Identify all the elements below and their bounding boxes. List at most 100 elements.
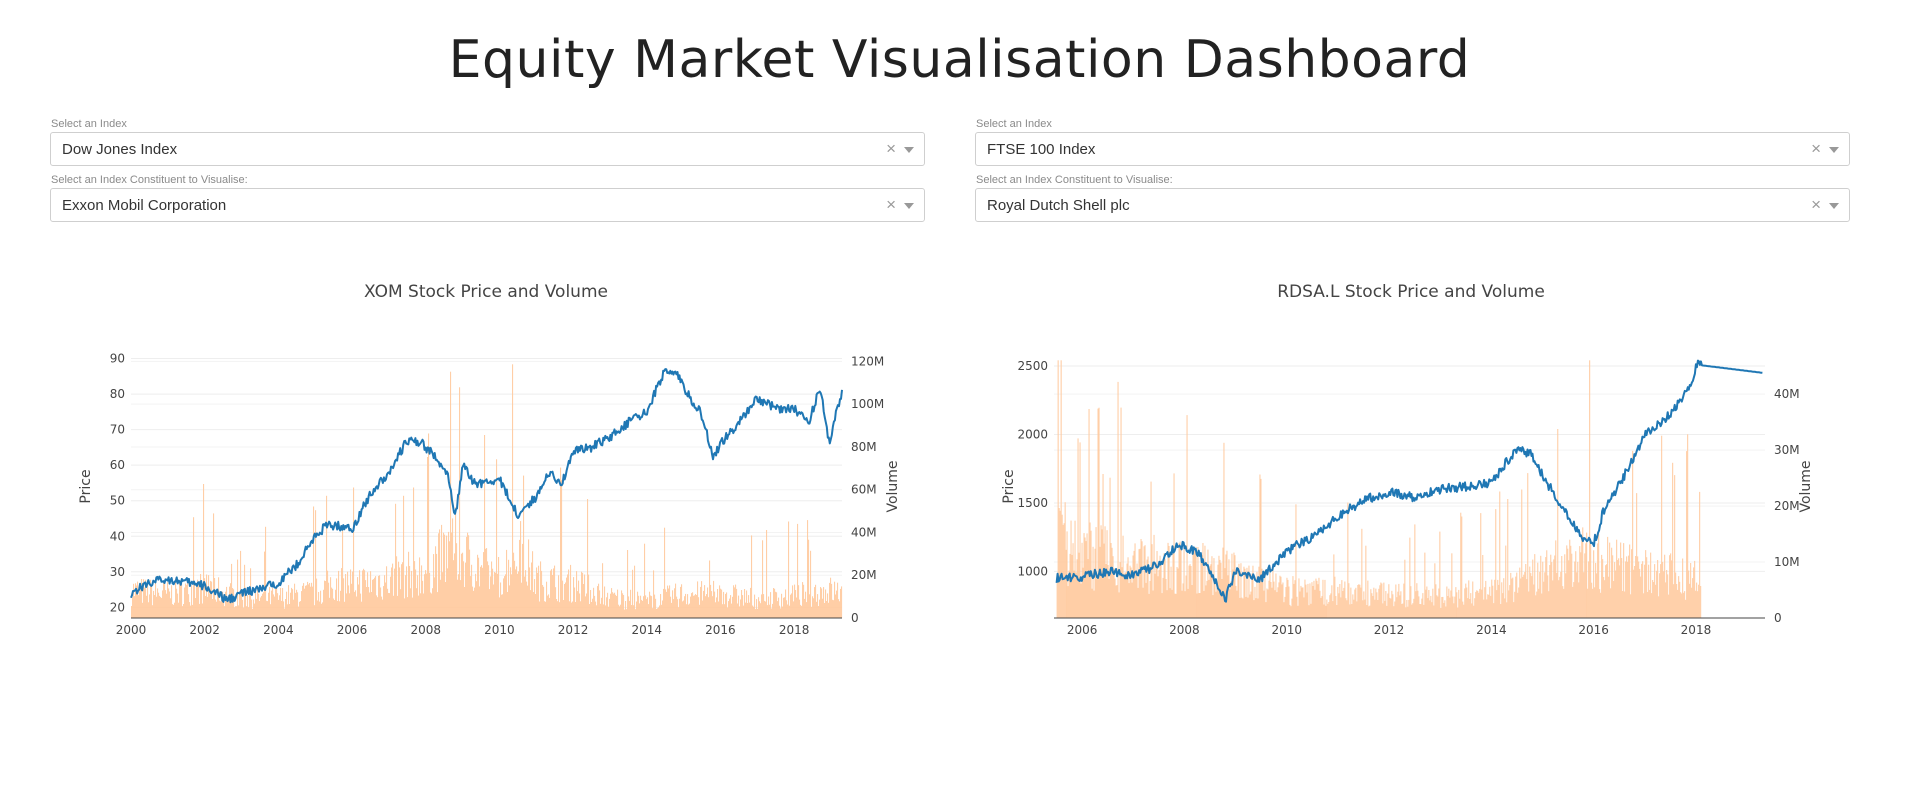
volume-bar [417, 575, 419, 618]
volume-bar [1319, 590, 1321, 618]
volume-bar [1077, 438, 1079, 618]
volume-bar [146, 595, 148, 618]
y-tick-label: 40 [110, 529, 125, 543]
volume-bar [363, 568, 365, 618]
volume-bar [1476, 590, 1478, 618]
volume-bar [240, 550, 242, 618]
volume-bar [1659, 573, 1661, 618]
chevron-down-icon[interactable] [1829, 203, 1839, 209]
volume-bar [792, 585, 794, 618]
rdsa-chart-svg[interactable]: RDSA.L Stock Price and Volume 2006 2008 201… [965, 270, 1865, 650]
volume-bar [1448, 588, 1450, 618]
volume-bar [1652, 580, 1654, 618]
volume-bar [1425, 589, 1427, 618]
volume-bar [210, 580, 212, 618]
volume-bar [1326, 599, 1328, 618]
volume-bar [803, 584, 805, 618]
volume-bar [572, 601, 574, 618]
volume-bar [1411, 604, 1413, 618]
volume-bar [725, 593, 727, 618]
volume-bar [247, 595, 249, 618]
volume-bar [840, 588, 842, 618]
volume-bar [498, 557, 500, 618]
volume-bar [1611, 547, 1613, 618]
chevron-down-icon[interactable] [904, 203, 914, 209]
volume-bar [1236, 590, 1238, 618]
volume-bar [1468, 580, 1470, 618]
volume-bar [1478, 592, 1480, 618]
volume-bar [134, 596, 136, 618]
volume-bar [394, 568, 396, 618]
volume-bar [443, 532, 445, 618]
clear-icon[interactable]: × [886, 133, 896, 165]
rdsa-chart[interactable]: RDSA.L Stock Price and Volume 2006 2008 201… [965, 270, 1865, 650]
volume-bar [308, 584, 310, 618]
volume-bar [1650, 552, 1652, 618]
volume-bar [1161, 593, 1163, 618]
volume-bar [416, 588, 418, 618]
chevron-down-icon[interactable] [904, 147, 914, 153]
volume-bar [1145, 582, 1147, 618]
volume-bar [466, 536, 468, 618]
constituent-dropdown[interactable]: Exxon Mobil Corporation × [50, 188, 925, 222]
index-dropdown[interactable]: FTSE 100 Index × [975, 132, 1850, 166]
volume-bar [465, 562, 467, 618]
volume-bar [1523, 574, 1525, 618]
volume-bar [808, 539, 810, 618]
volume-bar [829, 582, 831, 618]
volume-bar [1173, 473, 1175, 618]
volume-bar [605, 605, 607, 618]
clear-icon[interactable]: × [1811, 189, 1821, 221]
volume-bar [820, 587, 822, 618]
index-dropdown[interactable]: Dow Jones Index × [50, 132, 925, 166]
volume-bar [1151, 544, 1153, 618]
volume-bar [1397, 591, 1399, 618]
volume-bar [759, 601, 761, 618]
volume-bar [1289, 604, 1291, 618]
volume-bar [497, 573, 499, 618]
volume-bar [1171, 589, 1173, 618]
volume-bar [544, 601, 546, 618]
volume-bar [746, 590, 748, 618]
volume-bar [295, 592, 297, 618]
volume-bar [596, 605, 598, 618]
volume-bar [1094, 548, 1096, 618]
clear-icon[interactable]: × [1811, 133, 1821, 165]
volume-bar [1467, 598, 1469, 618]
volume-bar [557, 601, 559, 618]
volume-bar [717, 589, 719, 618]
volume-bar [277, 593, 279, 618]
xom-chart-svg[interactable]: XOM Stock Price and Volume 2000 2002 2004 20… [40, 270, 940, 650]
xom-chart[interactable]: XOM Stock Price and Volume 2000 2002 2004 20… [40, 270, 940, 650]
constituent-dropdown[interactable]: Royal Dutch Shell plc × [975, 188, 1850, 222]
volume-bar [1569, 539, 1571, 618]
volume-bar [328, 582, 330, 618]
chevron-down-icon[interactable] [1829, 147, 1839, 153]
volume-bar [208, 575, 210, 618]
volume-bar [1380, 582, 1382, 618]
volume-bar [738, 595, 740, 618]
clear-icon[interactable]: × [886, 189, 896, 221]
volume-bar [821, 588, 823, 618]
volume-bar [1434, 563, 1436, 618]
volume-bar [133, 583, 135, 618]
volume-bar [409, 566, 411, 618]
volume-bar [1664, 554, 1666, 618]
volume-bar [396, 556, 398, 618]
volume-bar [608, 606, 610, 618]
volume-bar [1624, 591, 1626, 618]
volume-bar [1180, 547, 1182, 618]
volume-bar [1274, 590, 1276, 618]
volume-bar [653, 570, 655, 618]
volume-bar [354, 591, 356, 618]
volume-bar [1265, 602, 1267, 618]
volume-bar [1197, 547, 1199, 618]
volume-bar [183, 604, 185, 618]
volume-bar [527, 585, 529, 618]
volume-bar [1482, 555, 1484, 618]
constituent-dropdown-value: Exxon Mobil Corporation [62, 197, 227, 214]
volume-bar [1407, 606, 1409, 618]
volume-bar [351, 583, 353, 618]
volume-bar [167, 582, 169, 618]
y-tick-label: 1000 [1017, 564, 1048, 578]
